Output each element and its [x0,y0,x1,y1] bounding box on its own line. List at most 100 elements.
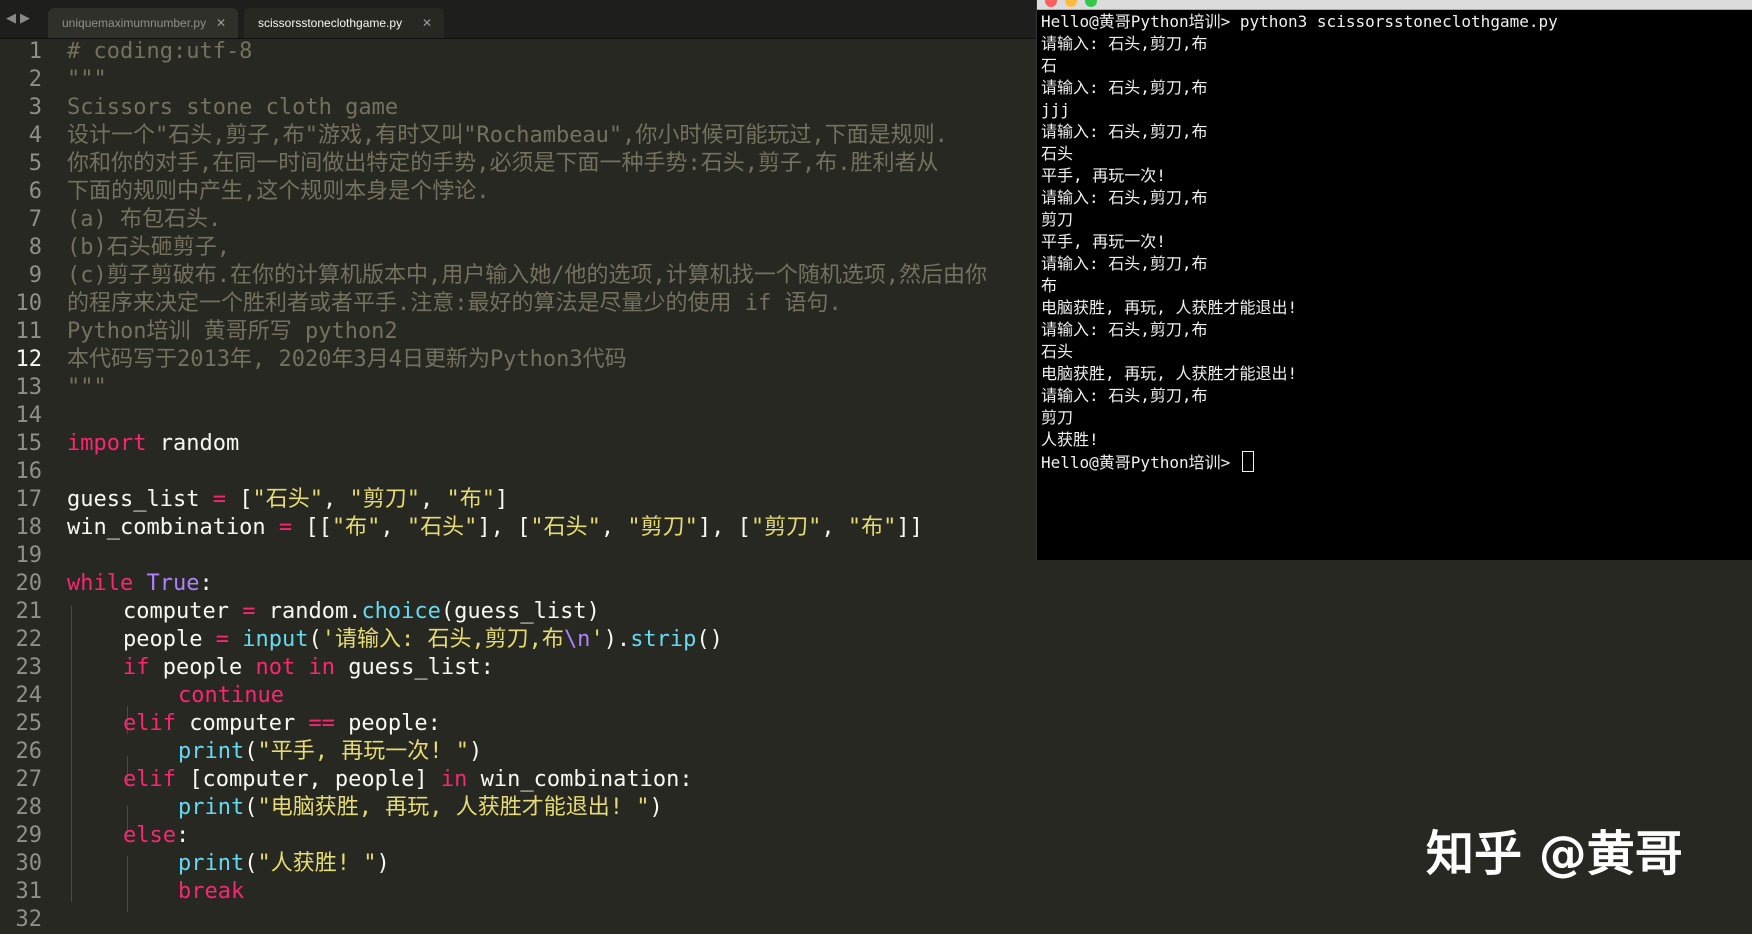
line-number: 23 [15,655,43,680]
code-line-3: Scissors stone cloth game [67,95,399,120]
code-line-17: guess_list = ["石头", "剪刀", "布"] [67,486,508,514]
line-number: 1 [28,39,42,64]
punct: () [696,627,723,652]
terminal-line: 请输入: 石头,剪刀,布 [1041,187,1208,209]
terminal-line: 请输入: 石头,剪刀,布 [1041,385,1208,407]
keyword: elif [123,711,176,736]
punct: , [821,515,848,540]
escape: \n [563,627,591,652]
terminal-line-text: jjj [1041,100,1070,119]
code-line-6: 下面的规则中产生,这个规则本身是个悖论. [67,179,490,204]
terminal-line: 石头 [1041,341,1073,363]
keyword: if [123,655,150,680]
keyword: continue [178,683,284,708]
punct: ], [ [697,515,751,540]
punct: , [322,487,350,512]
close-window-icon[interactable] [1045,0,1057,7]
punct: (guess_list) [440,599,600,624]
tab-uniquemaximumnumber[interactable]: uniquemaximumnumber.py ✕ [48,8,238,38]
punct: ( [244,851,258,876]
line-number: 31 [15,879,43,904]
line-number: 18 [15,515,43,540]
punct: , [380,515,407,540]
line-number: 7 [28,207,42,232]
terminal-line: 电脑获胜, 再玩, 人获胜才能退出! [1041,297,1297,319]
terminal-line-text: Hello@黄哥Python培训> python3 scissorsstonec… [1041,12,1558,31]
string: "剪刀" [349,487,420,512]
terminal-line-text: 请输入: 石头,剪刀,布 [1041,386,1208,405]
function-name: strip [630,627,697,652]
terminal-line: 请输入: 石头,剪刀,布 [1041,319,1208,341]
terminal-line: 石 [1041,55,1057,77]
minimize-window-icon[interactable] [1065,0,1077,7]
identifier: computer [175,711,309,736]
line-number: 25 [15,711,43,736]
tab-label: scissorsstoneclothgame.py [258,16,403,30]
terminal-line: 平手, 再玩一次! [1041,231,1166,253]
code-line-22: people = input('请输入: 石头,剪刀,布\n').strip() [123,626,723,654]
terminal-line-text: 石头 [1041,342,1074,361]
string: "布" [847,515,897,540]
terminal-line-text: 剪刀 [1041,408,1074,427]
code-line-26: print("平手, 再玩一次! ") [178,738,482,766]
code-line-27: elif [computer, people] in win_combinati… [123,766,693,794]
identifier: people: [334,711,441,736]
code-line-13: """ [67,375,107,400]
line-number: 22 [15,627,43,652]
close-icon[interactable]: ✕ [422,8,432,38]
line-number: 19 [15,543,43,568]
terminal-line-text: 人获胜! [1041,430,1099,449]
terminal-line: 电脑获胜, 再玩, 人获胜才能退出! [1041,363,1297,385]
string: "人获胜! " [257,851,377,876]
terminal-line: 请输入: 石头,剪刀,布 [1041,121,1208,143]
line-number: 6 [28,179,42,204]
string: "剪刀" [627,515,698,540]
identifier: random [146,431,240,456]
terminal-line: jjj [1041,99,1070,121]
keyword: break [178,879,245,904]
indent-guide [71,606,72,902]
tab-nav-arrows-icon[interactable]: ◀▶ [6,11,34,26]
string: "电脑获胜, 再玩, 人获胜才能退出! " [257,795,650,820]
close-icon[interactable]: ✕ [216,8,226,38]
identifier: random. [255,599,362,624]
punct: ( [308,627,322,652]
string: "布" [331,515,381,540]
line-number: 10 [15,291,43,316]
keyword: while [67,571,134,596]
terminal-line-text: 请输入: 石头,剪刀,布 [1041,34,1208,53]
punct: , [419,487,447,512]
terminal-line-text: 请输入: 石头,剪刀,布 [1041,122,1208,141]
punct: [[ [292,515,332,540]
code-line-10: 的程序来决定一个胜利者或者平手.注意:最好的算法是尽量少的使用 if 语句. [67,291,842,316]
tab-scissorsstoneclothgame[interactable]: scissorsstoneclothgame.py ✕ [244,8,444,38]
terminal-line-text: 布 [1041,276,1058,295]
punct: : [199,571,213,596]
function-name: print [178,851,245,876]
maximize-window-icon[interactable] [1085,0,1097,7]
line-number: 14 [15,403,43,428]
keyword: else [123,823,176,848]
code-line-7: (a) 布包石头. [67,207,222,232]
identifier: win_combination: [467,767,693,792]
function-name: choice [361,599,441,624]
code-line-23: if people not in guess_list: [123,654,494,682]
terminal-line-text: Hello@黄哥Python培训> [1041,453,1240,472]
punct: ( [244,795,258,820]
line-number: 3 [28,95,42,120]
identifier: guess_list [67,487,213,512]
code-line-9: (c)剪子剪破布.在你的计算机版本中,用户输入她/他的选项,计算机找一个随机选项… [67,263,987,288]
terminal-line: 平手, 再玩一次! [1041,165,1166,187]
line-number: 9 [28,263,42,288]
punct: [ [225,487,253,512]
identifier: win_combination [67,515,279,540]
terminal-line: 请输入: 石头,剪刀,布 [1041,77,1208,99]
operator: = [242,599,256,624]
code-line-4: 设计一个"石头,剪子,布"游戏,有时又叫"Rochambeau",你小时候可能玩… [67,123,948,148]
terminal-window[interactable]: Hello@黄哥Python培训> python3 scissorsstonec… [1036,0,1752,560]
keyword: import [67,431,147,456]
line-number: 12 [15,347,43,372]
punct: ) [376,851,390,876]
operator: == [308,711,335,736]
